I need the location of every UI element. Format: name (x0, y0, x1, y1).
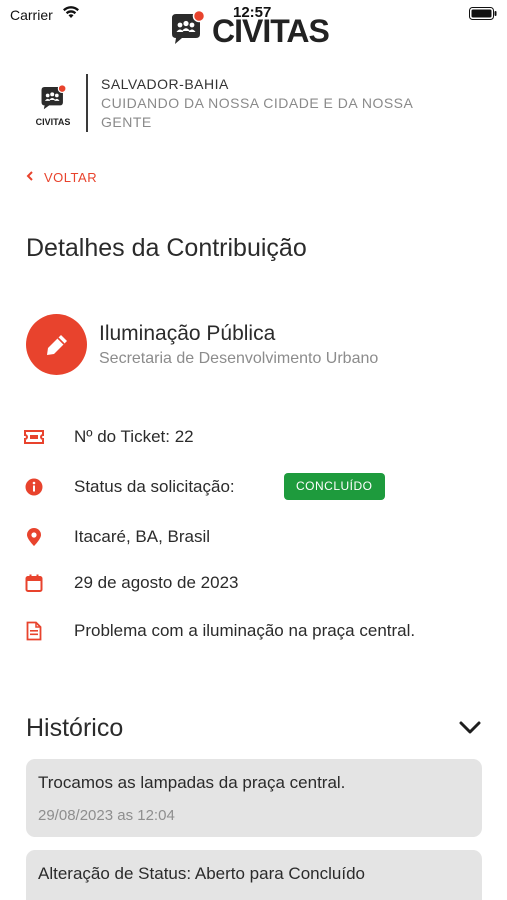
carrier-label: Carrier (10, 7, 53, 23)
history-item: Alteração de Status: Aberto para Concluí… (26, 850, 482, 900)
history-item-text: Alteração de Status: Aberto para Concluí… (38, 864, 365, 883)
org-logo-text: CIVITAS (35, 117, 71, 127)
chevron-left-icon (26, 168, 34, 186)
history-item-date: 29/08/2023 as 12:04 (38, 807, 175, 824)
info-icon (24, 477, 44, 497)
category-name: Iluminação Pública (99, 322, 276, 345)
calendar-icon (24, 573, 44, 593)
chat-people-icon (41, 84, 67, 110)
pencil-icon (46, 334, 67, 355)
description-row: Problema com a iluminação na praça centr… (24, 618, 494, 644)
ticket-row: Nº do Ticket: 22 (24, 424, 494, 450)
page-title: Detalhes da Contribuição (26, 234, 307, 262)
org-logo: CIVITAS (32, 84, 74, 127)
map-pin-icon (24, 527, 44, 547)
category-header: Iluminação Pública Secretaria de Desenvo… (26, 314, 486, 376)
battery-icon (469, 7, 497, 25)
history-toggle-button[interactable] (456, 718, 484, 742)
org-tagline: CUIDANDO DA NOSSA CIDADE E DA NOSSA GENT… (101, 95, 413, 130)
history-title: Histórico (26, 714, 124, 742)
date: 29 de agosto de 2023 (74, 573, 239, 592)
chevron-down-icon (459, 721, 481, 740)
status-row: Status da solicitação: CONCLUÍDO (24, 473, 494, 500)
back-button[interactable]: VOLTAR (26, 168, 97, 186)
document-icon (24, 621, 44, 641)
app-logo: CIVITAS (168, 9, 330, 53)
history-item: Trocamos as lampadas da praça central. 2… (26, 759, 482, 837)
wifi-icon (62, 5, 80, 24)
back-label: VOLTAR (44, 169, 98, 185)
org-header: CIVITAS SALVADOR-BAHIA CUIDANDO DA NOSSA… (26, 74, 486, 132)
chat-people-icon (168, 9, 206, 53)
ticket-number: Nº do Ticket: 22 (74, 427, 194, 446)
description: Problema com a iluminação na praça centr… (74, 621, 416, 640)
date-row: 29 de agosto de 2023 (24, 570, 494, 596)
status-label: Status da solicitação: (74, 477, 235, 496)
category-department: Secretaria de Desenvolvimento Urbano (99, 350, 379, 367)
category-avatar (26, 314, 87, 375)
history-item-text: Trocamos as lampadas da praça central. (38, 773, 346, 792)
ticket-icon (24, 427, 44, 447)
status-badge: CONCLUÍDO (284, 473, 385, 500)
org-city: SALVADOR-BAHIA (101, 76, 229, 92)
app-logo-text: CIVITAS (212, 12, 330, 49)
org-divider (86, 74, 88, 132)
location-row: Itacaré, BA, Brasil (24, 524, 494, 550)
location: Itacaré, BA, Brasil (74, 527, 211, 546)
